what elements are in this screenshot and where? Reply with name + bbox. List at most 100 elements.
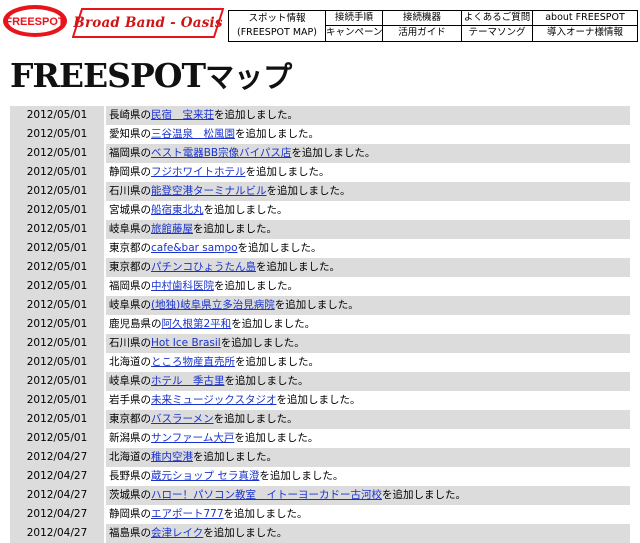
list-item: 2012/05/01 石川県のHot Ice Brasilを追加しました。 [10, 334, 630, 353]
list-item-suffix: を追加しました。 [203, 527, 288, 539]
list-item-suffix: を追加しました。 [203, 204, 288, 216]
list-item: 2012/05/01 岐阜県の(地独)岐阜県立多治見病院を追加しました。 [10, 296, 630, 315]
list-item-spot-link[interactable]: ホテル 季古里 [151, 375, 225, 387]
nav-owner-info[interactable]: 導入オーナ様情報 [532, 25, 638, 42]
list-item-text: 石川県の能登空港ターミナルビルを追加しました。 [106, 182, 630, 201]
list-item-spot-link[interactable]: 三谷温泉 松風園 [151, 128, 235, 140]
list-item-spot-link[interactable]: 能登空港ターミナルビル [151, 185, 267, 197]
list-item-date: 2012/05/01 [10, 410, 104, 429]
list-item-text: 石川県のHot Ice Brasilを追加しました。 [106, 334, 630, 353]
list-item-spot-link[interactable]: 蔵元ショップ セラ真澄 [151, 470, 259, 482]
list-item-prefecture: 岐阜県の [109, 223, 151, 235]
nav-campaign-label: キャンペーン [326, 27, 383, 38]
list-item: 2012/05/01 静岡県のフジホワイトホテルを追加しました。 [10, 163, 630, 182]
list-item-spot-link[interactable]: (地独)岐阜県立多治見病院 [151, 299, 275, 311]
list-item: 2012/05/01 北海道のところ物産直売所を追加しました。 [10, 353, 630, 372]
list-item-suffix: を追加しました。 [256, 261, 340, 273]
list-item-spot-link[interactable]: ところ物産直売所 [151, 356, 235, 368]
list-item-text: 長野県の蔵元ショップ セラ真澄を追加しました。 [106, 467, 630, 486]
list-item-date: 2012/05/01 [10, 296, 104, 315]
nav-connect-steps[interactable]: 接続手順 [325, 10, 383, 26]
list-item: 2012/04/27 福島県の会津レイクを追加しました。 [10, 524, 630, 543]
nav-guide[interactable]: 活用ガイド [382, 25, 462, 42]
list-item: 2012/05/01 福岡県のベスト電器BB宗像バイパス店を追加しました。 [10, 144, 630, 163]
list-item-prefecture: 石川県の [109, 185, 151, 197]
list-item-text: 新潟県のサンファーム大戸を追加しました。 [106, 429, 630, 448]
list-item-suffix: を追加しました。 [193, 223, 277, 235]
list-item-date: 2012/05/01 [10, 429, 104, 448]
nav-campaign[interactable]: キャンペーン [325, 25, 383, 42]
list-item-prefecture: 岐阜県の [109, 375, 151, 387]
nav-spot-info[interactable]: スポット情報 (FREESPOT MAP) [228, 10, 326, 42]
list-item-text: 東京都のcafe&bar sampoを追加しました。 [106, 239, 630, 258]
list-item-spot-link[interactable]: ベスト電器BB宗像バイパス店 [151, 147, 291, 159]
list-item-prefecture: 石川県の [109, 337, 151, 349]
list-item-text: 福島県の会津レイクを追加しました。 [106, 524, 630, 543]
list-item-spot-link[interactable]: 民宿 宝来荘 [151, 109, 214, 121]
list-item-spot-link[interactable]: 阿久根第2平和 [162, 318, 232, 330]
list-item-prefecture: 岐阜県の [109, 299, 151, 311]
list-item-spot-link[interactable]: 旅館藤屋 [151, 223, 193, 235]
list-item-spot-link[interactable]: ハロー！パソコン教室 イトーヨーカドー古河校 [151, 489, 382, 501]
list-item: 2012/04/27 長野県の蔵元ショップ セラ真澄を追加しました。 [10, 467, 630, 486]
logo-wordmark: FREESPOT [5, 16, 65, 28]
nav-about[interactable]: about FREESPOT [532, 10, 638, 26]
list-item-date: 2012/05/01 [10, 106, 104, 125]
list-item-text: 岐阜県の(地独)岐阜県立多治見病院を追加しました。 [106, 296, 630, 315]
list-item-spot-link[interactable]: 中村歯科医院 [151, 280, 214, 292]
list-item: 2012/05/01 東京都のバスラーメンを追加しました。 [10, 410, 630, 429]
list-item-suffix: を追加しました。 [213, 413, 298, 425]
list-item-spot-link[interactable]: 稚内空港 [151, 451, 193, 463]
list-item-date: 2012/05/01 [10, 334, 104, 353]
list-item-spot-link[interactable]: 未来ミュージックスタジオ [151, 394, 276, 406]
site-header: FREESPOT Broad Band - Oasis スポット情報 (FREE… [0, 0, 640, 44]
list-item-text: 静岡県のフジホワイトホテルを追加しました。 [106, 163, 630, 182]
list-item-date: 2012/05/01 [10, 125, 104, 144]
nav-owner-info-label: 導入オーナ様情報 [546, 27, 623, 38]
list-item-suffix: を追加しました。 [224, 375, 309, 387]
list-item-text: 北海道のところ物産直売所を追加しました。 [106, 353, 630, 372]
list-item-prefecture: 静岡県の [109, 166, 151, 178]
list-item-text: 宮城県の船宿東北丸を追加しました。 [106, 201, 630, 220]
page-title-ja: マップ [205, 60, 293, 94]
list-item: 2012/05/01 岩手県の未来ミュージックスタジオを追加しました。 [10, 391, 630, 410]
list-item-date: 2012/04/27 [10, 486, 104, 505]
list-item-prefecture: 愛知県の [109, 128, 151, 140]
list-item-date: 2012/05/01 [10, 353, 104, 372]
list-item: 2012/05/01 東京都のパチンコひょうたん島を追加しました。 [10, 258, 630, 277]
list-item-prefecture: 宮城県の [109, 204, 151, 216]
nav-theme-song[interactable]: テーマソング [461, 25, 533, 42]
list-item-text: 鹿児島県の阿久根第2平和を追加しました。 [106, 315, 630, 334]
list-item-suffix: を追加しました。 [214, 109, 298, 121]
list-item-text: 岐阜県のホテル 季古里を追加しました。 [106, 372, 630, 391]
list-item-spot-link[interactable]: バスラーメン [151, 413, 214, 425]
list-item-text: 東京都のバスラーメンを追加しました。 [106, 410, 630, 429]
list-item-date: 2012/04/27 [10, 467, 104, 486]
list-item-spot-link[interactable]: Hot Ice Brasil [151, 337, 221, 349]
page-title-latin: FREESPOT [10, 56, 206, 95]
list-item-suffix: を追加しました。 [291, 147, 376, 159]
list-item-spot-link[interactable]: サンファーム大戸 [151, 432, 234, 444]
list-item-spot-link[interactable]: cafe&bar sampo [151, 242, 238, 254]
list-item-spot-link[interactable]: 会津レイク [151, 527, 203, 539]
nav-spot-info-line1: スポット情報 [248, 13, 306, 24]
nav-spot-info-line2: (FREESPOT MAP) [237, 27, 317, 38]
list-item-suffix: を追加しました。 [274, 299, 359, 311]
list-item-spot-link[interactable]: 船宿東北丸 [151, 204, 204, 216]
list-item-date: 2012/04/27 [10, 448, 104, 467]
list-item-prefecture: 長野県の [109, 470, 151, 482]
list-item-text: 北海道の稚内空港を追加しました。 [106, 448, 630, 467]
list-item: 2012/05/01 東京都のcafe&bar sampoを追加しました。 [10, 239, 630, 258]
list-item-prefecture: 東京都の [109, 242, 151, 254]
list-item: 2012/05/01 宮城県の船宿東北丸を追加しました。 [10, 201, 630, 220]
nav-connect-steps-label: 接続手順 [334, 12, 373, 23]
list-item-spot-link[interactable]: フジホワイトホテル [151, 166, 246, 178]
nav-faq-label: よくあるご質問 [463, 12, 531, 23]
nav-devices[interactable]: 接続機器 [382, 10, 462, 26]
list-item-prefecture: 新潟県の [109, 432, 151, 444]
list-item-date: 2012/05/01 [10, 144, 104, 163]
list-item-spot-link[interactable]: パチンコひょうたん島 [151, 261, 256, 273]
list-item-spot-link[interactable]: エアポート777 [151, 508, 224, 520]
nav-faq[interactable]: よくあるご質問 [461, 10, 533, 26]
freespot-logo[interactable]: FREESPOT [2, 3, 68, 39]
